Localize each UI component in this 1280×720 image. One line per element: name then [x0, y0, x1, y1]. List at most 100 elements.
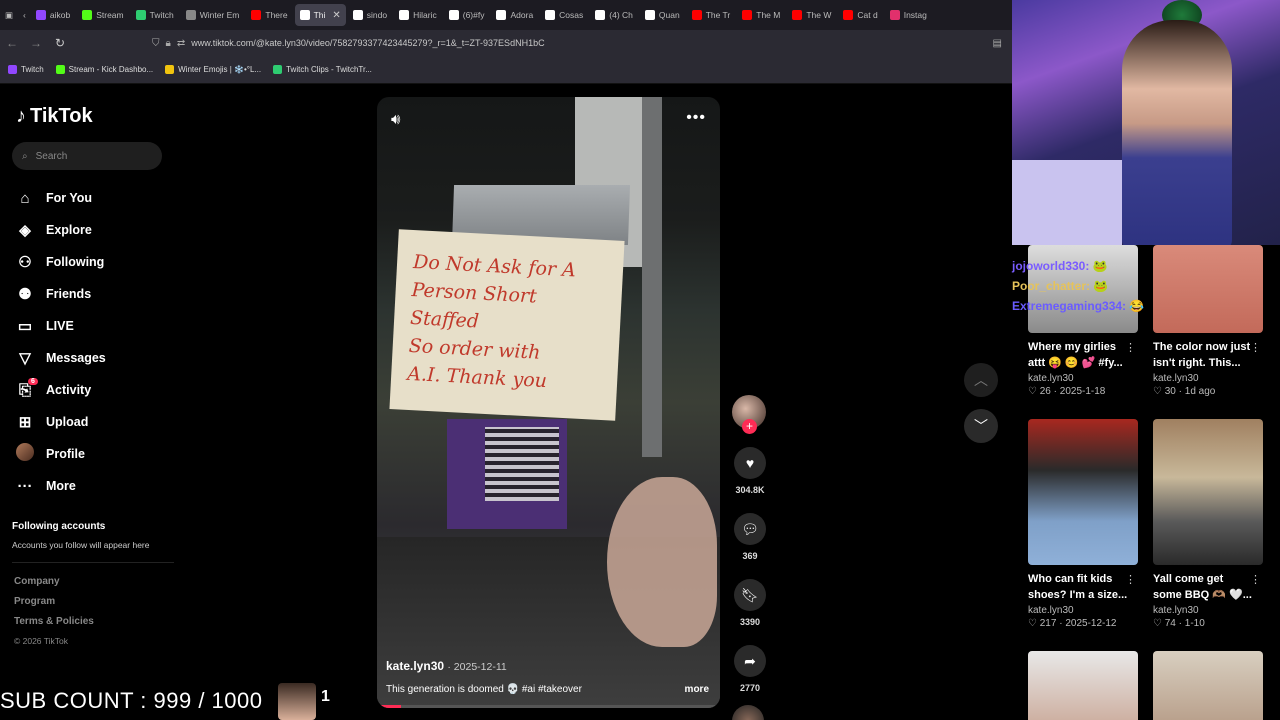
tab-scroll-left[interactable]: ‹	[18, 4, 31, 26]
sidebar-item-more[interactable]: ··· More	[16, 470, 106, 502]
bookmark-item[interactable]: Twitch Clips - TwitchTr...	[273, 65, 372, 74]
video-thumbnail[interactable]	[1153, 245, 1263, 333]
lock-icon[interactable]: 🔒︎	[166, 38, 171, 49]
sidebar-item-explore[interactable]: ◈ Explore	[16, 214, 106, 246]
kebab-menu-icon[interactable]: ⋮	[1250, 341, 1261, 354]
sidebar-item-for-you[interactable]: ⌂ For You	[16, 182, 106, 214]
browser-tab[interactable]: aikob	[31, 4, 75, 26]
video-actions: + ♥ 304.8K 💬︎ 369 🔖︎ 3390 ➦ 2770	[732, 395, 768, 720]
bookmark-item[interactable]: Stream - Kick Dashbo...	[55, 65, 153, 74]
sidebar-item-label: Activity	[46, 383, 92, 397]
sidebar-item-live[interactable]: ▭ LIVE	[16, 310, 106, 342]
music-disc-icon[interactable]	[732, 705, 764, 720]
sidebar-footer: Company Program Terms & Policies © 2026 …	[14, 576, 94, 656]
tab-favicon-icon	[251, 10, 262, 20]
sidebar-item-messages[interactable]: ▽ Messages	[16, 342, 106, 374]
tab-title: There	[265, 10, 288, 20]
address-bar[interactable]: ⛉ 🔒︎ ⇄ www.tiktok.com/@kate.lyn30/video/…	[152, 33, 1002, 53]
reader-view-icon[interactable]: ▤	[993, 38, 1002, 49]
kebab-menu-icon[interactable]: ⋮	[1125, 573, 1136, 586]
search-input[interactable]: ⌕ Search	[12, 142, 162, 170]
sidebar-item-friends[interactable]: ⚉ Friends	[16, 278, 106, 310]
video-title[interactable]: Yall come get some BBQ 🫶🏽 🤍...	[1153, 571, 1263, 603]
video-thumbnail[interactable]	[1028, 651, 1138, 720]
previous-video-button[interactable]: ︿	[964, 363, 998, 397]
browser-tab[interactable]: Hilaric	[394, 4, 442, 26]
sidebar-item-upload[interactable]: ⊞ Upload	[16, 406, 106, 438]
browser-tab[interactable]: Twitch	[131, 4, 179, 26]
bookmark-icon[interactable]: 🔖︎	[734, 579, 766, 611]
tab-title: Hilaric	[413, 10, 437, 20]
url-text[interactable]: www.tiktok.com/@kate.lyn30/video/7582793…	[191, 38, 544, 48]
browser-tab[interactable]: Stream	[77, 4, 128, 26]
like-action[interactable]: ♥ 304.8K	[732, 447, 768, 495]
video-player[interactable]: Do Not Ask for A Person Short Staffed So…	[377, 97, 720, 708]
recommended-video-card[interactable]: Yall come get some BBQ 🫶🏽 🤍... ⋮ kate.lyn3…	[1153, 419, 1263, 629]
browser-tab[interactable]: Thi ✕	[294, 4, 346, 26]
shield-icon[interactable]: ⛉	[152, 38, 160, 49]
volume-icon[interactable]: 🔊︎	[391, 111, 400, 128]
recommended-video-card[interactable]: Who can fit kids shoes? I'm a size... ⋮ ka…	[1028, 419, 1138, 629]
video-thumbnail[interactable]	[1153, 651, 1263, 720]
video-scene-pole	[642, 97, 662, 457]
share-action[interactable]: ➦ 2770	[732, 645, 768, 693]
footer-link-terms[interactable]: Terms & Policies	[14, 616, 94, 636]
browser-tab[interactable]: Cat d	[838, 4, 882, 26]
reload-button[interactable]: ↻	[48, 36, 72, 50]
browser-tab[interactable]: sindo	[348, 4, 392, 26]
permissions-icon[interactable]: ⇄	[177, 38, 185, 49]
next-video-button[interactable]: ﹀	[964, 409, 998, 443]
video-thumbnail[interactable]	[1153, 419, 1263, 565]
tab-list-button[interactable]: ▣	[0, 4, 18, 26]
kebab-menu-icon[interactable]: ⋮	[1125, 341, 1136, 354]
kebab-menu-icon[interactable]: ⋮	[1250, 573, 1261, 586]
video-progress-bar[interactable]	[377, 705, 720, 708]
save-action[interactable]: 🔖︎ 3390	[732, 579, 768, 627]
browser-tab[interactable]: (4) Ch	[590, 4, 638, 26]
recommended-video-card[interactable]: The color now just isn't right. This... ⋮…	[1153, 245, 1263, 397]
browser-tab[interactable]: The M	[737, 4, 785, 26]
browser-tab[interactable]: There	[246, 4, 292, 26]
heart-icon[interactable]: ♥	[734, 447, 766, 479]
tab-title: (4) Ch	[609, 10, 633, 20]
bookmark-item[interactable]: Twitch	[8, 65, 44, 74]
browser-tab[interactable]: The Tr	[687, 4, 736, 26]
recommended-video-card[interactable]	[1028, 651, 1138, 720]
sidebar-item-activity[interactable]: ⎘ Activity 6	[16, 374, 106, 406]
browser-tab[interactable]: Instag	[885, 4, 932, 26]
sidebar-item-following[interactable]: ⚇ Following	[16, 246, 106, 278]
video-thumbnail[interactable]	[1028, 419, 1138, 565]
browser-tab[interactable]: Cosas	[540, 4, 588, 26]
comment-icon[interactable]: 💬︎	[734, 513, 766, 545]
video-author[interactable]: kate.lyn30 · 2025-12-11	[386, 659, 507, 673]
video-title[interactable]: Who can fit kids shoes? I'm a size...	[1028, 571, 1138, 603]
sidebar-item-profile[interactable]: Profile	[16, 438, 106, 470]
author-name[interactable]: kate.lyn30	[386, 659, 444, 673]
video-username[interactable]: kate.lyn30	[1028, 605, 1138, 616]
follow-plus-icon[interactable]: +	[742, 419, 757, 434]
following-accounts-subtitle: Accounts you follow will appear here	[12, 540, 150, 550]
video-username[interactable]: kate.lyn30	[1153, 373, 1263, 384]
close-tab-icon[interactable]: ✕	[332, 10, 340, 21]
video-title[interactable]: Where my girlies attt 😝 😊 💕 #fy...	[1028, 339, 1138, 371]
footer-link-program[interactable]: Program	[14, 596, 94, 616]
browser-tab[interactable]: Adora	[491, 4, 538, 26]
back-button[interactable]: ←	[0, 36, 24, 50]
browser-tab[interactable]: Winter Em	[181, 4, 245, 26]
comment-action[interactable]: 💬︎ 369	[732, 513, 768, 561]
share-icon[interactable]: ➦	[734, 645, 766, 677]
recommended-video-card[interactable]	[1153, 651, 1263, 720]
video-username[interactable]: kate.lyn30	[1028, 373, 1138, 384]
bookmark-item[interactable]: Winter Emojis | ❄️•°L...	[165, 65, 261, 74]
browser-tab[interactable]: (6)#fy	[444, 4, 490, 26]
browser-tab[interactable]: Quan	[640, 4, 685, 26]
video-username[interactable]: kate.lyn30	[1153, 605, 1263, 616]
tiktok-logo[interactable]: ♪ TikTok	[16, 105, 93, 128]
caption-more-link[interactable]: more	[685, 684, 709, 695]
creator-avatar[interactable]: +	[732, 395, 766, 434]
video-title[interactable]: The color now just isn't right. This...	[1153, 339, 1263, 371]
footer-link-company[interactable]: Company	[14, 576, 94, 596]
browser-tab[interactable]: The W	[787, 4, 836, 26]
more-options-icon[interactable]: •••	[686, 109, 706, 127]
forward-button[interactable]: →	[24, 36, 48, 50]
